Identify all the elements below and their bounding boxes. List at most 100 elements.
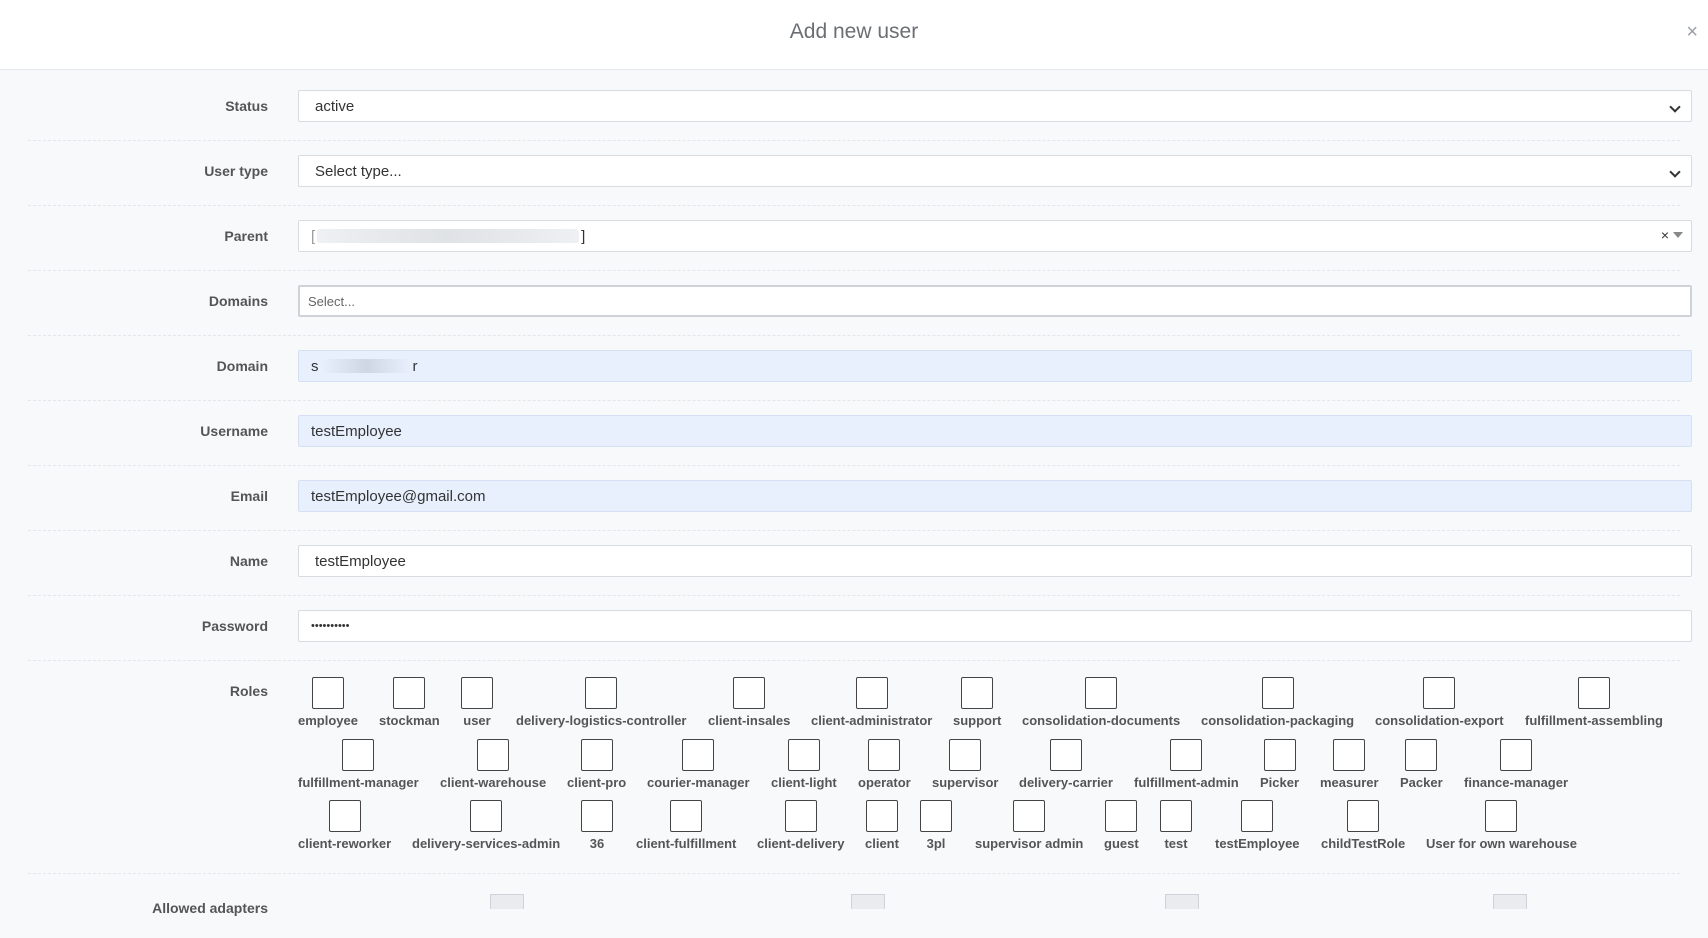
role-option[interactable]: childTestRole: [1321, 800, 1405, 851]
role-option[interactable]: consolidation-packaging: [1201, 677, 1354, 728]
status-select[interactable]: active: [298, 90, 1692, 122]
role-checkbox[interactable]: [581, 800, 613, 832]
status-label: Status: [225, 98, 268, 114]
adapter-checkbox[interactable]: [851, 894, 885, 909]
role-checkbox[interactable]: [1500, 739, 1533, 771]
role-checkbox[interactable]: [470, 800, 503, 832]
caret-down-icon[interactable]: [1673, 232, 1683, 238]
role-checkbox[interactable]: [1485, 800, 1518, 832]
role-option[interactable]: client-light: [771, 739, 837, 790]
role-checkbox[interactable]: [920, 800, 952, 832]
role-option[interactable]: client-pro: [567, 739, 626, 790]
role-option[interactable]: fulfillment-assembling: [1525, 677, 1663, 728]
close-icon[interactable]: ×: [1686, 22, 1698, 42]
role-checkbox[interactable]: [868, 739, 901, 771]
role-option[interactable]: delivery-services-admin: [412, 800, 560, 851]
role-checkbox[interactable]: [784, 800, 817, 832]
domains-multiselect[interactable]: Select...: [298, 285, 1692, 317]
role-option[interactable]: supervisor admin: [975, 800, 1083, 851]
role-checkbox[interactable]: [1049, 739, 1082, 771]
role-checkbox[interactable]: [393, 677, 426, 709]
role-checkbox[interactable]: [855, 677, 888, 709]
role-checkbox[interactable]: [670, 800, 703, 832]
role-checkbox[interactable]: [477, 739, 510, 771]
role-checkbox[interactable]: [1263, 739, 1296, 771]
role-checkbox[interactable]: [961, 677, 994, 709]
role-checkbox[interactable]: [1105, 800, 1138, 832]
domain-input[interactable]: s r: [298, 350, 1692, 382]
role-option[interactable]: testEmployee: [1215, 800, 1300, 851]
role-checkbox[interactable]: [1333, 739, 1366, 771]
role-checkbox[interactable]: [461, 677, 493, 709]
role-checkbox[interactable]: [311, 677, 344, 709]
role-label: measurer: [1320, 775, 1379, 790]
username-input[interactable]: testEmployee: [298, 415, 1692, 447]
role-checkbox[interactable]: [580, 739, 613, 771]
adapter-checkbox[interactable]: [1493, 894, 1527, 909]
role-checkbox[interactable]: [949, 739, 982, 771]
role-option[interactable]: finance-manager: [1464, 739, 1568, 790]
role-option[interactable]: consolidation-documents: [1022, 677, 1180, 728]
role-option[interactable]: operator: [858, 739, 911, 790]
role-option[interactable]: supervisor: [932, 739, 998, 790]
role-option[interactable]: employee: [298, 677, 358, 728]
role-label: client-fulfillment: [636, 836, 737, 851]
role-option[interactable]: fulfillment-admin: [1134, 739, 1239, 790]
role-option[interactable]: 36: [581, 800, 613, 851]
adapter-checkbox[interactable]: [490, 894, 524, 909]
role-checkbox[interactable]: [1241, 800, 1274, 832]
role-checkbox[interactable]: [1261, 677, 1294, 709]
role-option[interactable]: consolidation-export: [1375, 677, 1504, 728]
role-option[interactable]: client: [865, 800, 899, 851]
password-input[interactable]: ••••••••••: [298, 610, 1692, 642]
role-checkbox[interactable]: [585, 677, 618, 709]
role-checkbox[interactable]: [328, 800, 361, 832]
role-option[interactable]: delivery-carrier: [1019, 739, 1113, 790]
role-option[interactable]: Picker: [1260, 739, 1299, 790]
domains-placeholder: Select...: [308, 293, 355, 309]
role-option[interactable]: client-warehouse: [440, 739, 546, 790]
role-option[interactable]: measurer: [1320, 739, 1379, 790]
role-checkbox[interactable]: [1577, 677, 1610, 709]
role-option[interactable]: support: [953, 677, 1001, 728]
role-option[interactable]: delivery-logistics-controller: [516, 677, 687, 728]
role-option[interactable]: Packer: [1400, 739, 1443, 790]
role-checkbox[interactable]: [1170, 739, 1203, 771]
role-checkbox[interactable]: [1085, 677, 1118, 709]
role-option[interactable]: client-delivery: [757, 800, 844, 851]
role-checkbox[interactable]: [682, 739, 715, 771]
role-option[interactable]: 3pl: [920, 800, 952, 851]
role-option[interactable]: User for own warehouse: [1426, 800, 1577, 851]
role-checkbox[interactable]: [342, 739, 375, 771]
role-option[interactable]: test: [1160, 800, 1192, 851]
email-input[interactable]: testEmployee@gmail.com: [298, 480, 1692, 512]
role-checkbox[interactable]: [733, 677, 766, 709]
clear-icon[interactable]: ×: [1661, 227, 1669, 243]
role-checkbox[interactable]: [1013, 800, 1046, 832]
role-option[interactable]: fulfillment-manager: [298, 739, 419, 790]
role-label: client-light: [771, 775, 837, 790]
adapter-checkbox[interactable]: [1165, 894, 1199, 909]
role-label: User for own warehouse: [1426, 836, 1577, 851]
role-checkbox[interactable]: [1160, 800, 1192, 832]
role-option[interactable]: client-administrator: [811, 677, 932, 728]
role-option[interactable]: client-fulfillment: [636, 800, 736, 851]
parent-select[interactable]: [ ] ×: [298, 220, 1692, 252]
role-option[interactable]: stockman: [379, 677, 440, 728]
role-label: delivery-logistics-controller: [516, 713, 687, 728]
email-label: Email: [230, 488, 268, 504]
role-checkbox[interactable]: [1405, 739, 1438, 771]
email-value: testEmployee@gmail.com: [311, 487, 486, 505]
role-option[interactable]: client-reworker: [298, 800, 391, 851]
role-option[interactable]: user: [461, 677, 493, 728]
role-checkbox[interactable]: [1347, 800, 1380, 832]
role-option[interactable]: guest: [1104, 800, 1139, 851]
role-checkbox[interactable]: [787, 739, 820, 771]
role-checkbox[interactable]: [865, 800, 898, 832]
role-checkbox[interactable]: [1423, 677, 1456, 709]
role-option[interactable]: courier-manager: [647, 739, 750, 790]
name-input[interactable]: testEmployee: [298, 545, 1692, 577]
user-type-select[interactable]: Select type...: [298, 155, 1692, 187]
role-label: support: [953, 713, 1002, 728]
role-option[interactable]: client-insales: [708, 677, 790, 728]
